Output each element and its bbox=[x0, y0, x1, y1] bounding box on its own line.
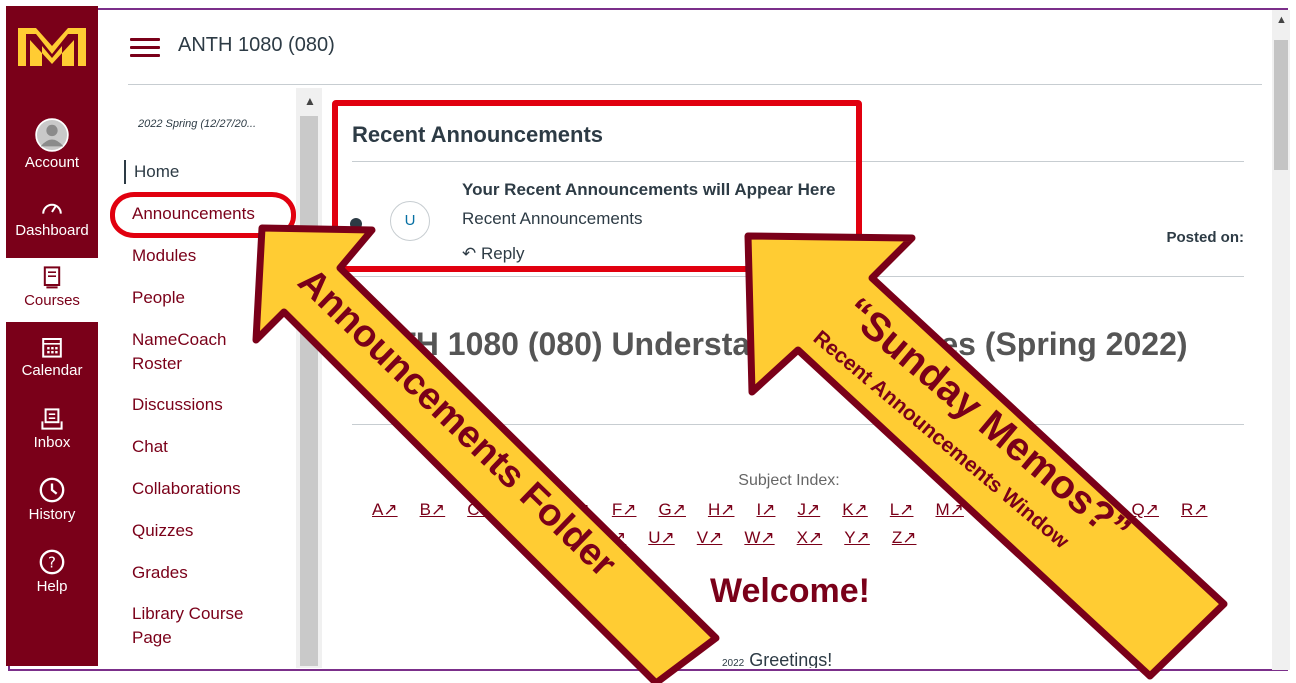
annotation-arrows: Announcements Folder “Sunday Memos?” Rec… bbox=[252, 224, 1228, 683]
left-arrow-label: Announcements Folder bbox=[290, 260, 625, 585]
right-annotation-arrow: “Sunday Memos?” Recent Announcements Win… bbox=[744, 232, 1228, 680]
left-annotation-arrow: Announcements Folder bbox=[252, 224, 720, 683]
